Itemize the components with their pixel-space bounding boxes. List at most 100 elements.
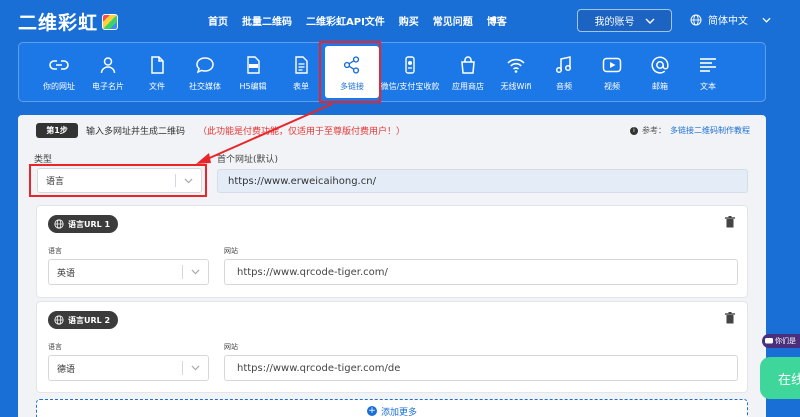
live-chat-button[interactable]: 在线: [760, 357, 800, 399]
card-title-badge: 语言URL 2: [48, 311, 119, 329]
logo[interactable]: 二维彩虹: [18, 8, 119, 35]
main-nav: 首页 批量二维码 二维彩虹API文件 购买 常见问题 博客: [208, 13, 507, 28]
first-url-value: https://www.erweicaihong.cn/: [228, 175, 376, 187]
first-url-input[interactable]: https://www.erweicaihong.cn/: [217, 169, 748, 193]
type-select-value: 语言: [46, 177, 65, 187]
tool-email[interactable]: 邮箱: [634, 43, 686, 101]
trash-icon[interactable]: [725, 312, 735, 324]
form-icon: [295, 56, 308, 74]
nav-link-buy[interactable]: 购买: [399, 13, 419, 28]
tool-label: 视频: [604, 82, 620, 91]
link-icon: [49, 60, 69, 70]
select-divider: [182, 361, 183, 375]
website-input-value: https://www.qrcode-tiger.com/: [237, 266, 388, 278]
html-file-icon: [247, 56, 260, 74]
tool-label: 多链接: [340, 82, 364, 91]
select-divider: [175, 174, 176, 187]
chevron-down-icon: [645, 18, 654, 24]
tool-label: 应用商店: [452, 82, 484, 91]
tool-label: 电子名片: [92, 82, 124, 91]
tool-url[interactable]: 你的网址: [33, 43, 85, 101]
file-icon: [151, 56, 164, 74]
qr-type-toolbar: 你的网址 电子名片 文件 社交媒体 H5编辑 表单 多链接 微信/支付宝收款 应…: [18, 42, 766, 102]
tool-label: 音频: [556, 82, 572, 91]
tool-text[interactable]: 文本: [682, 43, 734, 101]
chevron-down-icon: [762, 17, 771, 23]
tool-social[interactable]: 社交媒体: [179, 43, 231, 101]
chevron-down-icon: [191, 269, 200, 275]
first-url-label: 首个网址(默认): [217, 155, 279, 165]
globe-icon: [690, 14, 702, 25]
nav-link-api[interactable]: 二维彩虹API文件: [306, 13, 385, 28]
info-icon: i: [630, 126, 638, 135]
tool-app-store[interactable]: 应用商店: [442, 43, 494, 101]
account-label: 我的账号: [594, 17, 635, 28]
step-badge: 第1步: [36, 123, 78, 138]
card-title: 语言URL 2: [68, 315, 111, 325]
logo-badge-icon: [102, 13, 119, 30]
tool-label: 你的网址: [43, 82, 75, 91]
tool-audio[interactable]: 音频: [538, 43, 590, 101]
chat-bubble-icon: [765, 337, 773, 343]
globe-icon: [54, 315, 64, 325]
language-url-card-2: 语言URL 2 语言 德语 网站 https://www.qrcode-tige…: [36, 301, 748, 393]
tool-label: 无线Wifi: [500, 82, 532, 91]
tool-form[interactable]: 表单: [275, 43, 327, 101]
type-select[interactable]: 语言: [37, 168, 202, 193]
website-input[interactable]: https://www.qrcode-tiger.com/de: [224, 355, 738, 381]
type-label: 类型: [34, 155, 53, 165]
account-button[interactable]: 我的账号: [577, 9, 672, 32]
step-title: 输入多网址并生成二维码: [86, 127, 186, 137]
at-icon: [651, 56, 669, 74]
wallet-icon: [405, 56, 415, 74]
chat-tooltip-text: 你们是: [775, 337, 796, 345]
text-icon: [700, 58, 716, 72]
language-select-value: 英语: [57, 268, 76, 279]
website-input[interactable]: https://www.qrcode-tiger.com/: [224, 259, 738, 285]
add-more-label: 添加更多: [380, 407, 417, 417]
chevron-down-icon: [191, 365, 200, 371]
language-label: 语言: [48, 343, 62, 351]
live-chat-label: 在线: [778, 372, 800, 388]
music-icon: [555, 56, 572, 74]
language-label: 语言: [48, 247, 62, 255]
language-select[interactable]: 德语: [48, 355, 209, 381]
nav-link-home[interactable]: 首页: [208, 13, 228, 28]
tool-label: 文本: [700, 82, 716, 91]
top-navigation: 二维彩虹 首页 批量二维码 二维彩虹API文件 购买 常见问题 博客 我的账号 …: [0, 0, 800, 40]
share-icon: [343, 56, 360, 74]
tool-label: 微信/支付宝收款: [380, 82, 440, 91]
chat-bubble-icon: [196, 57, 214, 74]
nav-link-blog[interactable]: 博客: [487, 13, 507, 28]
wifi-icon: [507, 58, 525, 73]
website-label: 网站: [224, 343, 238, 351]
language-label: 简体中文: [708, 16, 748, 27]
tool-video[interactable]: 视频: [586, 43, 638, 101]
tool-label: H5编辑: [239, 82, 267, 91]
tool-wifi[interactable]: 无线Wifi: [490, 43, 542, 101]
tool-label: 表单: [293, 82, 309, 91]
trash-icon[interactable]: [725, 216, 735, 228]
video-icon: [602, 57, 622, 73]
person-icon: [100, 57, 116, 74]
language-selector[interactable]: 简体中文: [690, 12, 771, 27]
reference-label: 参考：: [642, 126, 666, 135]
tool-file[interactable]: 文件: [131, 43, 183, 101]
reference: i 参考： 多链接二维码制作教程: [630, 125, 750, 136]
language-select[interactable]: 英语: [48, 259, 209, 285]
select-divider: [182, 265, 183, 279]
tool-h5[interactable]: H5编辑: [227, 43, 279, 101]
language-url-card-1: 语言URL 1 语言 英语 网站 https://www.qrcode-tige…: [36, 205, 748, 298]
tool-multi-link[interactable]: 多链接: [325, 46, 379, 98]
chat-tooltip[interactable]: 你们是: [762, 334, 800, 348]
tutorial-link[interactable]: 多链接二维码制作教程: [670, 125, 750, 136]
tool-vcard[interactable]: 电子名片: [82, 43, 134, 101]
nav-link-batch[interactable]: 批量二维码: [242, 13, 292, 28]
chevron-down-icon: [184, 177, 193, 183]
step-note: （此功能是付费功能，仅适用于至尊版付费用户！）: [198, 127, 406, 137]
tool-payment[interactable]: 微信/支付宝收款: [379, 43, 441, 101]
nav-link-faq[interactable]: 常见问题: [433, 13, 473, 28]
shopping-bag-icon: [461, 56, 475, 74]
add-more-button[interactable]: + 添加更多: [36, 399, 748, 417]
globe-icon: [54, 219, 64, 229]
